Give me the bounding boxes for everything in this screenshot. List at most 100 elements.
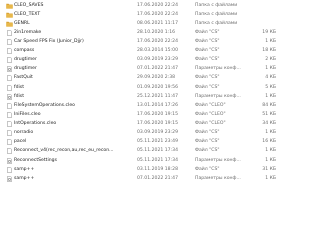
file-name: fdist (14, 85, 25, 90)
file-name: ReconnectSettings (14, 158, 57, 163)
file-icon (6, 57, 13, 63)
file-name: compass (14, 48, 35, 53)
file-icon (6, 48, 13, 54)
file-date: 05.11.2021 17:34 (137, 158, 179, 163)
file-icon (6, 39, 13, 45)
file-size: 1 КБ (265, 39, 276, 44)
file-date: 17.06.2020 22:24 (137, 3, 179, 8)
settings-file-icon (6, 66, 13, 72)
file-size: 19 КБ (262, 30, 276, 35)
file-date: 28.10.2020 1:16 (137, 30, 176, 35)
file-row[interactable]: ReconnectSettings 05.11.2021 17:34 Парамет… (0, 157, 297, 165)
file-date: 03.09.2019 23:29 (137, 130, 179, 135)
file-icon (6, 75, 13, 81)
file-date: 05.11.2021 23:49 (137, 139, 179, 144)
file-date: 07.01.2022 21:47 (137, 176, 179, 181)
file-row[interactable]: GENRL 08.06.2021 11:17 Папка с файлами (0, 20, 297, 28)
file-size: 1 КБ (265, 148, 276, 153)
file-size: 1 КБ (265, 130, 276, 135)
file-icon (6, 139, 13, 145)
file-icon (6, 121, 13, 127)
file-name: IniFiles.cleo (14, 112, 41, 117)
file-type: Папка с файлами (195, 21, 238, 26)
file-name: GENRL (14, 21, 30, 26)
settings-file-icon (6, 94, 13, 100)
file-size: 1 КБ (265, 158, 276, 163)
file-date: 17.06.2020 22:24 (137, 39, 179, 44)
file-date: 17.06.2020 19:15 (137, 112, 179, 117)
file-size: 1 КБ (265, 176, 276, 181)
file-icon (6, 30, 13, 36)
file-icon (6, 130, 13, 136)
file-name: drugtimer (14, 57, 37, 62)
file-icon (6, 112, 13, 118)
file-row[interactable]: drugtimer 03.09.2019 23:29 Файл "CS" 2 КБ (0, 56, 297, 64)
file-name: Reconnect_v4(rec_recon,au,rec_eu_recon..… (14, 148, 114, 153)
file-row[interactable]: FastQuit 29.09.2020 2:38 Файл "CS" 4 КБ (0, 74, 297, 82)
file-date: 07.01.2022 21:47 (137, 66, 179, 71)
file-name: CLEO_SAVES (14, 3, 44, 8)
file-row[interactable]: norradio 03.09.2019 23:29 Файл "CS" 1 КБ (0, 129, 297, 137)
file-size: 4 КБ (265, 75, 276, 80)
file-date: 25.12.2021 11:47 (137, 94, 179, 99)
file-type: Папка с файлами (195, 3, 238, 8)
file-name: IntOperations.cleo (14, 121, 57, 126)
file-date: 03.09.2019 23:29 (137, 57, 179, 62)
file-row[interactable]: CLEO_TEXT 17.06.2020 22:24 Папка с файлами (0, 11, 297, 19)
file-name: 2in1remake (14, 30, 42, 35)
file-row[interactable]: CLEO_SAVES 17.06.2020 22:24 Папка с файлам… (0, 2, 297, 10)
file-name: FastQuit (14, 75, 33, 80)
file-size: 18 КБ (262, 48, 276, 53)
file-row[interactable]: Reconnect_v4(rec_recon,au,rec_eu_recon..… (0, 147, 297, 155)
file-row[interactable]: Car Speed FPS Fix (Junior_Djjr) 17.06.202… (0, 38, 297, 46)
file-row[interactable]: pacel 05.11.2021 23:49 Файл "CS" 16 КБ (0, 138, 297, 146)
file-date: 29.09.2020 2:38 (137, 75, 176, 80)
file-icon (6, 167, 13, 173)
file-date: 13.01.2014 17:26 (137, 103, 179, 108)
file-size: 51 КБ (262, 112, 276, 117)
file-size: 31 КБ (262, 167, 276, 172)
file-date: 03.11.2019 18:28 (137, 167, 179, 172)
file-row[interactable]: samp++ 07.01.2022 21:47 Параметры конф... 1… (0, 175, 297, 183)
file-icon (6, 85, 13, 91)
file-name: samp++ (14, 176, 35, 181)
folder-icon (6, 3, 13, 9)
file-list: CLEO_SAVES 17.06.2020 22:24 Папка с файлам… (0, 0, 297, 240)
settings-file-icon (6, 158, 13, 164)
file-name: samp++ (14, 167, 35, 172)
file-name: pacel (14, 139, 27, 144)
file-date: 08.06.2021 11:17 (137, 21, 179, 26)
file-date: 01.09.2020 19:56 (137, 85, 179, 90)
file-size: 34 КБ (262, 121, 276, 126)
file-icon (6, 148, 13, 154)
file-type: Папка с файлами (195, 12, 238, 17)
file-size: 1 КБ (265, 66, 276, 71)
file-name: norradio (14, 130, 34, 135)
file-name: fdist (14, 94, 25, 99)
file-name: drugtimer (14, 66, 37, 71)
file-row[interactable]: FileSystemOperations.cleo 13.01.2014 17:2… (0, 102, 297, 110)
file-row[interactable]: IntOperations.cleo 17.06.2020 19:15 Файл "… (0, 120, 297, 128)
file-name: FileSystemOperations.cleo (14, 103, 75, 108)
file-row[interactable]: compass 28.03.2014 15:00 Файл "CS" 18 КБ (0, 47, 297, 55)
file-date: 17.06.2020 19:15 (137, 121, 179, 126)
folder-icon (6, 12, 13, 18)
file-icon (6, 103, 13, 109)
file-name: CLEO_TEXT (14, 12, 41, 17)
file-date: 05.11.2021 17:34 (137, 148, 179, 153)
settings-file-icon (6, 176, 13, 182)
file-date: 28.03.2014 15:00 (137, 48, 179, 53)
file-size: 16 КБ (262, 139, 276, 144)
file-name: Car Speed FPS Fix (Junior_Djjr) (14, 39, 84, 44)
file-size: 5 КБ (265, 85, 276, 90)
file-row[interactable]: samp++ 03.11.2019 18:28 Файл "CS" 31 КБ (0, 166, 297, 174)
file-row[interactable]: fdist 01.09.2020 19:56 Файл "CS" 5 КБ (0, 84, 297, 92)
file-row[interactable]: fdist 25.12.2021 11:47 Параметры конф... 1 … (0, 93, 297, 101)
file-date: 17.06.2020 22:24 (137, 12, 179, 17)
file-row[interactable]: drugtimer 07.01.2022 21:47 Параметры конф.… (0, 65, 297, 73)
file-size: 1 КБ (265, 94, 276, 99)
file-row[interactable]: IniFiles.cleo 17.06.2020 19:15 Файл "CLEO"… (0, 111, 297, 119)
file-row[interactable]: 2in1remake 28.10.2020 1:16 Файл "CS" 19 КБ (0, 29, 297, 37)
folder-icon (6, 21, 13, 27)
file-size: 2 КБ (265, 57, 276, 62)
